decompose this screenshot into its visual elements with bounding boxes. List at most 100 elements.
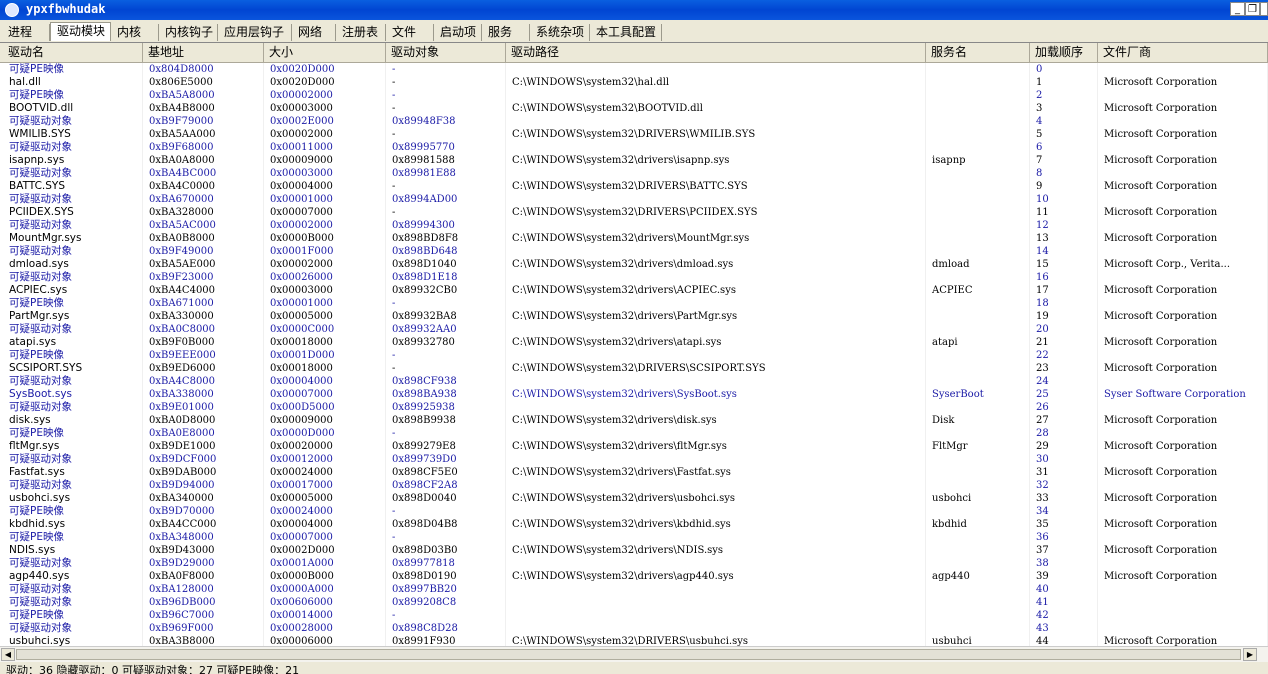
cell-vendor: Microsoft Corporation	[1098, 362, 1268, 375]
column-header-object[interactable]: 驱动对象	[386, 43, 506, 62]
table-row[interactable]: 可疑驱动对象 0xBA128000 0x0000A000 0x8997BB20 40	[0, 583, 1268, 596]
column-header-path[interactable]: 驱动路径	[506, 43, 926, 62]
table-row[interactable]: SCSIPORT.SYS 0xB9ED6000 0x00018000- C:\WIND…	[0, 362, 1268, 375]
cell-name: 可疑驱动对象	[3, 622, 143, 635]
horizontal-scrollbar[interactable]: ◀ ▶	[0, 646, 1268, 662]
table-row[interactable]: 可疑PE映像 0xB96C7000 0x00014000- 42	[0, 609, 1268, 622]
table-row[interactable]: MountMgr.sys 0xBA0B8000 0x0000B000 0x898BD8…	[0, 232, 1268, 245]
table-row[interactable]: PCIIDEX.SYS 0xBA328000 0x00007000- C:\WINDO…	[0, 206, 1268, 219]
tab-services[interactable]: 服务	[482, 24, 530, 41]
column-header-service[interactable]: 服务名	[926, 43, 1030, 62]
cell-object: -	[386, 531, 506, 544]
table-row[interactable]: dmload.sys 0xBA5AE000 0x00002000 0x898D1040…	[0, 258, 1268, 271]
table-row[interactable]: agp440.sys 0xBA0F8000 0x0000B000 0x898D0190…	[0, 570, 1268, 583]
cell-object: 0x898B9938	[386, 414, 506, 427]
table-row[interactable]: WMILIB.SYS 0xBA5AA000 0x00002000- C:\WINDOW…	[0, 128, 1268, 141]
cell-base: 0xB9F79000	[143, 115, 264, 128]
table-row[interactable]: 可疑PE映像 0xB9EEE000 0x0001D000- 22	[0, 349, 1268, 362]
table-row[interactable]: 可疑驱动对象 0xB9DCF000 0x00012000 0x899739D0 30	[0, 453, 1268, 466]
tab-tool-config[interactable]: 本工具配置	[590, 24, 662, 41]
table-row[interactable]: 可疑驱动对象 0xB96DB000 0x00606000 0x899208C8 41	[0, 596, 1268, 609]
column-header-size[interactable]: 大小	[264, 43, 386, 62]
cell-path	[506, 401, 926, 414]
table-row[interactable]: 可疑PE映像 0xBA671000 0x00001000- 18	[0, 297, 1268, 310]
column-header-vendor[interactable]: 文件厂商	[1098, 43, 1268, 62]
cell-vendor	[1098, 401, 1268, 414]
column-header-base[interactable]: 基地址	[143, 43, 264, 62]
cell-order: 15	[1030, 258, 1098, 271]
restore-button[interactable]: ❐	[1245, 2, 1260, 16]
table-row[interactable]: Fastfat.sys 0xB9DAB000 0x00024000 0x898CF5E…	[0, 466, 1268, 479]
tab-startup[interactable]: 启动项	[434, 24, 482, 41]
table-row[interactable]: 可疑驱动对象 0xB9F68000 0x00011000 0x89995770 6	[0, 141, 1268, 154]
table-row[interactable]: disk.sys 0xBA0D8000 0x00009000 0x898B9938 C:…	[0, 414, 1268, 427]
table-row[interactable]: isapnp.sys 0xBA0A8000 0x00009000 0x89981588…	[0, 154, 1268, 167]
cell-object: 0x898BD8F8	[386, 232, 506, 245]
table-row[interactable]: 可疑驱动对象 0xB9F23000 0x00026000 0x898D1E18 16	[0, 271, 1268, 284]
cell-object: 0x898BD648	[386, 245, 506, 258]
table-row[interactable]: atapi.sys 0xB9F0B000 0x00018000 0x89932780 C…	[0, 336, 1268, 349]
table-row[interactable]: 可疑驱动对象 0xBA5AC000 0x00002000 0x89994300 12	[0, 219, 1268, 232]
scroll-thumb[interactable]	[16, 649, 1241, 660]
tab-kernel-hooks[interactable]: 内核钩子	[159, 24, 218, 41]
tab-processes[interactable]: 进程	[2, 24, 50, 41]
cell-vendor: Microsoft Corporation	[1098, 128, 1268, 141]
tab-network[interactable]: 网络	[292, 24, 336, 41]
cell-service: agp440	[926, 570, 1030, 583]
scroll-left-icon[interactable]: ◀	[1, 648, 15, 661]
table-row[interactable]: 可疑PE映像 0x804D8000 0x0020D000- 0	[0, 63, 1268, 76]
table-row[interactable]: 可疑驱动对象 0xB9F49000 0x0001F000 0x898BD648 14	[0, 245, 1268, 258]
table-row[interactable]: BOOTVID.dll 0xBA4B8000 0x00003000- C:\WINDO…	[0, 102, 1268, 115]
table-row[interactable]: hal.dll 0x806E5000 0x0020D000- C:\WINDOWS\s…	[0, 76, 1268, 89]
cell-name: 可疑驱动对象	[3, 401, 143, 414]
cell-base: 0xBA0E8000	[143, 427, 264, 440]
scroll-right-icon[interactable]: ▶	[1243, 648, 1257, 661]
table-row[interactable]: ACPIEC.sys 0xBA4C4000 0x00003000 0x89932CB0…	[0, 284, 1268, 297]
table-row[interactable]: SysBoot.sys 0xBA338000 0x00007000 0x898BA93…	[0, 388, 1268, 401]
tab-registry[interactable]: 注册表	[336, 24, 386, 41]
cell-object: 0x899208C8	[386, 596, 506, 609]
cell-order: 20	[1030, 323, 1098, 336]
table-row[interactable]: 可疑PE映像 0xB9D70000 0x00024000- 34	[0, 505, 1268, 518]
minimize-button[interactable]: _	[1230, 2, 1245, 16]
column-header-order[interactable]: 加载顺序	[1030, 43, 1098, 62]
tab-files[interactable]: 文件	[386, 24, 434, 41]
cell-vendor: Microsoft Corporation	[1098, 180, 1268, 193]
table-row[interactable]: 可疑驱动对象 0xB9F79000 0x0002E000 0x89948F38 4	[0, 115, 1268, 128]
cell-service: kbdhid	[926, 518, 1030, 531]
table-row[interactable]: 可疑PE映像 0xBA5A8000 0x00002000- 2	[0, 89, 1268, 102]
table-row[interactable]: 可疑驱动对象 0xBA4BC000 0x00003000 0x89981E88 8	[0, 167, 1268, 180]
cell-order: 39	[1030, 570, 1098, 583]
tab-driver-modules[interactable]: 驱动模块	[50, 22, 111, 41]
table-row[interactable]: 可疑驱动对象 0xB969F000 0x00028000 0x898C8D28 43	[0, 622, 1268, 635]
cell-path	[506, 245, 926, 258]
cell-object: 0x898CF938	[386, 375, 506, 388]
table-row[interactable]: kbdhid.sys 0xBA4CC000 0x00004000 0x898D04B8…	[0, 518, 1268, 531]
cell-size: 0x00018000	[264, 362, 386, 375]
cell-order: 3	[1030, 102, 1098, 115]
cell-name: 可疑驱动对象	[3, 141, 143, 154]
table-row[interactable]: PartMgr.sys 0xBA330000 0x00005000 0x89932BA…	[0, 310, 1268, 323]
table-row[interactable]: 可疑驱动对象 0xB9D29000 0x0001A000 0x89977818 38	[0, 557, 1268, 570]
table-row[interactable]: 可疑驱动对象 0xBA670000 0x00001000 0x8994AD00 10	[0, 193, 1268, 206]
table-row[interactable]: 可疑驱动对象 0xBA4C8000 0x00004000 0x898CF938 24	[0, 375, 1268, 388]
table-row[interactable]: NDIS.sys 0xB9D43000 0x0002D000 0x898D03B0 C:…	[0, 544, 1268, 557]
cell-size: 0x00007000	[264, 206, 386, 219]
table-row[interactable]: 可疑驱动对象 0xB9E01000 0x000D5000 0x89925938 26	[0, 401, 1268, 414]
close-button[interactable]	[1260, 2, 1268, 16]
table-row[interactable]: BATTC.SYS 0xBA4C0000 0x00004000- C:\WINDOWS…	[0, 180, 1268, 193]
table-row[interactable]: 可疑PE映像 0xBA0E8000 0x0000D000- 28	[0, 427, 1268, 440]
tab-system-misc[interactable]: 系统杂项	[530, 24, 590, 41]
table-row[interactable]: 可疑驱动对象 0xB9D94000 0x00017000 0x898CF2A8 32	[0, 479, 1268, 492]
cell-base: 0xBA5AE000	[143, 258, 264, 271]
table-row[interactable]: fltMgr.sys 0xB9DE1000 0x00020000 0x899279E8…	[0, 440, 1268, 453]
tab-app-hooks[interactable]: 应用层钩子	[218, 24, 292, 41]
table-row[interactable]: usbohci.sys 0xBA340000 0x00005000 0x898D004…	[0, 492, 1268, 505]
tab-kernel[interactable]: 内核	[111, 24, 159, 41]
table-row[interactable]: 可疑驱动对象 0xBA0C8000 0x0000C000 0x89932AA0 20	[0, 323, 1268, 336]
column-header-name[interactable]: 驱动名	[3, 43, 143, 62]
cell-path	[506, 323, 926, 336]
cell-vendor	[1098, 453, 1268, 466]
app-icon	[5, 3, 19, 17]
table-row[interactable]: 可疑PE映像 0xBA348000 0x00007000- 36	[0, 531, 1268, 544]
